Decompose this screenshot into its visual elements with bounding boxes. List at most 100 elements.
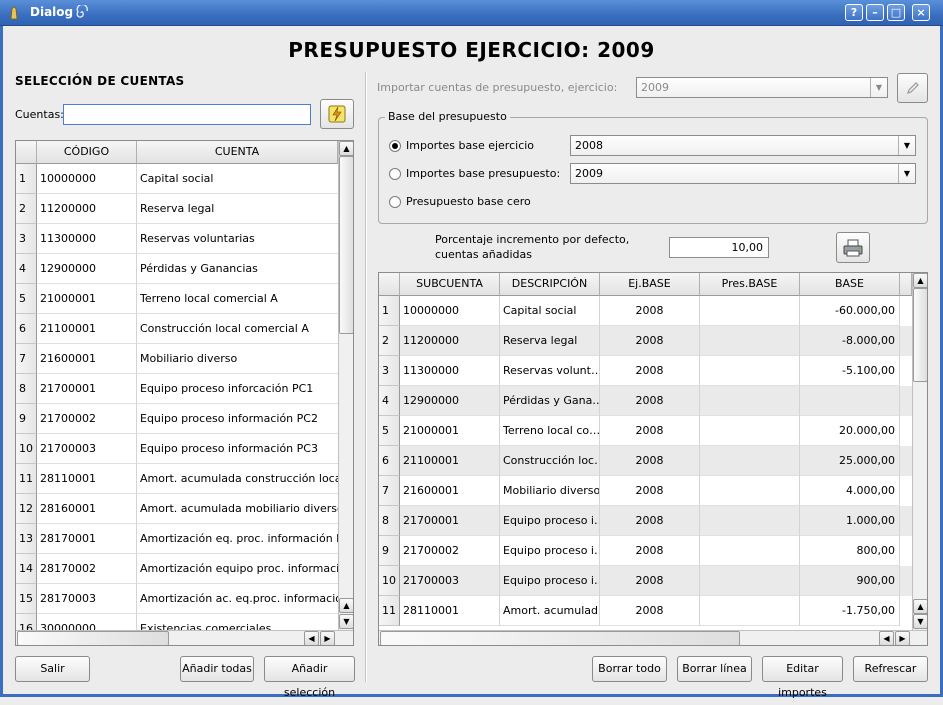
cell-descripcion[interactable]: Mobiliario diverso: [500, 476, 600, 506]
help-button[interactable]: ?: [845, 4, 863, 21]
cell-cuenta[interactable]: Equipo proceso información PC2: [137, 404, 338, 434]
radio-presupuesto-base-cero[interactable]: [389, 196, 401, 208]
table-row[interactable]: 4 12900000 Pérdidas y Ganancias: [16, 254, 338, 284]
cell-pres-base[interactable]: [700, 446, 800, 476]
cell-base[interactable]: -5.100,00: [800, 356, 900, 386]
cell-cuenta[interactable]: Reservas voluntarias: [137, 224, 338, 254]
cell-base[interactable]: 800,00: [800, 536, 900, 566]
cell-cuenta[interactable]: Equipo proceso información PC3: [137, 434, 338, 464]
ejercicio-select[interactable]: 2008 ▼: [570, 135, 916, 156]
minimize-button[interactable]: –: [866, 4, 884, 21]
vertical-scrollbar[interactable]: ▲ ▲ ▼: [912, 273, 927, 630]
cell-subcuenta[interactable]: 21000001: [400, 416, 500, 446]
cell-cuenta[interactable]: Reserva legal: [137, 194, 338, 224]
cell-subcuenta[interactable]: 21700003: [400, 566, 500, 596]
cell-ej-base[interactable]: 2008: [600, 326, 700, 356]
cell-codigo[interactable]: 21100001: [37, 314, 137, 344]
horizontal-scrollbar[interactable]: ◀ ▶: [379, 630, 927, 645]
cell-cuenta[interactable]: Amortización ac. eq.proc. información PC: [137, 584, 338, 614]
cell-pres-base[interactable]: [700, 596, 800, 626]
row-number[interactable]: 2: [16, 194, 37, 224]
cell-cuenta[interactable]: Capital social: [137, 164, 338, 194]
cell-codigo[interactable]: 10000000: [37, 164, 137, 194]
table-row[interactable]: 16 30000000 Existencias comerciales: [16, 614, 338, 630]
cell-pres-base[interactable]: [700, 296, 800, 326]
cell-cuenta[interactable]: Equipo proceso inforcación PC1: [137, 374, 338, 404]
cell-cuenta[interactable]: Mobiliario diverso: [137, 344, 338, 374]
cell-pres-base[interactable]: [700, 536, 800, 566]
table-row[interactable]: 2 11200000 Reserva legal: [16, 194, 338, 224]
column-header-ej-base[interactable]: Ej.BASE: [600, 273, 700, 296]
cell-base[interactable]: 4.000,00: [800, 476, 900, 506]
cell-codigo[interactable]: 28170002: [37, 554, 137, 584]
cell-base[interactable]: 20.000,00: [800, 416, 900, 446]
cell-base[interactable]: 900,00: [800, 566, 900, 596]
cell-codigo[interactable]: 28160001: [37, 494, 137, 524]
table-row[interactable]: 12 28160001 Amort. acumulada mobiliario di…: [16, 494, 338, 524]
cell-subcuenta[interactable]: 11300000: [400, 356, 500, 386]
row-number[interactable]: 10: [379, 566, 400, 596]
cell-base[interactable]: 25.000,00: [800, 446, 900, 476]
scroll-up-button-bottom[interactable]: ▲: [339, 598, 353, 613]
cell-subcuenta[interactable]: 11200000: [400, 326, 500, 356]
table-row[interactable]: 6 21100001 Construcción local comercial A: [16, 314, 338, 344]
column-header-pres-base[interactable]: Pres.BASE: [700, 273, 800, 296]
cell-cuenta[interactable]: Pérdidas y Ganancias: [137, 254, 338, 284]
borrar-linea-button[interactable]: Borrar línea: [677, 656, 752, 682]
table-row[interactable]: 9 21700002 Equipo proceso i… 2008 800,00: [379, 536, 912, 566]
row-number[interactable]: 2: [379, 326, 400, 356]
scroll-right-button[interactable]: ▶: [895, 631, 910, 645]
row-number[interactable]: 16: [16, 614, 37, 630]
cell-codigo[interactable]: 11300000: [37, 224, 137, 254]
row-number[interactable]: 5: [16, 284, 37, 314]
borrar-todo-button[interactable]: Borrar todo: [592, 656, 667, 682]
presupuesto-table[interactable]: SUBCUENTA DESCRIPCIÓN Ej.BASE Pres.BASE …: [378, 272, 928, 646]
cell-subcuenta[interactable]: 21700001: [400, 506, 500, 536]
row-number[interactable]: 3: [379, 356, 400, 386]
cell-codigo[interactable]: 21000001: [37, 284, 137, 314]
cell-codigo[interactable]: 21700003: [37, 434, 137, 464]
radio-importes-base-presupuesto[interactable]: [389, 168, 401, 180]
radio3-label[interactable]: Presupuesto base cero: [406, 195, 531, 208]
cell-descripcion[interactable]: Capital social: [500, 296, 600, 326]
cell-codigo[interactable]: 28170003: [37, 584, 137, 614]
cell-codigo[interactable]: 21700001: [37, 374, 137, 404]
cell-ej-base[interactable]: 2008: [600, 596, 700, 626]
cell-cuenta[interactable]: Existencias comerciales: [137, 614, 338, 630]
editar-importes-button[interactable]: Editar importes: [762, 656, 843, 699]
table-row[interactable]: 8 21700001 Equipo proceso i… 2008 1.000,00: [379, 506, 912, 536]
cell-pres-base[interactable]: [700, 506, 800, 536]
hscroll-thumb[interactable]: [17, 631, 169, 645]
table-row[interactable]: 3 11300000 Reservas voluntarias: [16, 224, 338, 254]
cell-ej-base[interactable]: 2008: [600, 536, 700, 566]
table-row[interactable]: 11 28110001 Amort. acumulada construcción …: [16, 464, 338, 494]
cell-pres-base[interactable]: [700, 566, 800, 596]
cell-descripcion[interactable]: Amort. acumulad…: [500, 596, 600, 626]
scroll-right-button[interactable]: ▶: [320, 631, 335, 645]
table-row[interactable]: 1 10000000 Capital social: [16, 164, 338, 194]
print-button[interactable]: [836, 232, 870, 263]
cell-subcuenta[interactable]: 21700002: [400, 536, 500, 566]
cell-ej-base[interactable]: 2008: [600, 566, 700, 596]
cell-ej-base[interactable]: 2008: [600, 416, 700, 446]
title-bar[interactable]: Dialog ? – □ ×: [0, 0, 943, 26]
cell-pres-base[interactable]: [700, 476, 800, 506]
cell-descripcion[interactable]: Equipo proceso i…: [500, 566, 600, 596]
cell-subcuenta[interactable]: 10000000: [400, 296, 500, 326]
cell-cuenta[interactable]: Terreno local comercial A: [137, 284, 338, 314]
cell-cuenta[interactable]: Amort. acumulada construcción local A: [137, 464, 338, 494]
cell-base[interactable]: [800, 386, 900, 416]
row-number[interactable]: 4: [16, 254, 37, 284]
row-number[interactable]: 7: [379, 476, 400, 506]
table-row[interactable]: 9 21700002 Equipo proceso información PC2: [16, 404, 338, 434]
radio-importes-base-ejercicio[interactable]: [389, 140, 401, 152]
row-number[interactable]: 6: [16, 314, 37, 344]
cell-ej-base[interactable]: 2008: [600, 506, 700, 536]
cell-pres-base[interactable]: [700, 326, 800, 356]
table-row[interactable]: 14 28170002 Amortización equipo proc. info…: [16, 554, 338, 584]
table-row[interactable]: 8 21700001 Equipo proceso inforcación PC1: [16, 374, 338, 404]
table-row[interactable]: 4 12900000 Pérdidas y Gana… 2008: [379, 386, 912, 416]
cell-subcuenta[interactable]: 21100001: [400, 446, 500, 476]
column-header-cuenta[interactable]: CUENTA: [137, 141, 338, 164]
table-row[interactable]: 1 10000000 Capital social 2008 -60.000,00: [379, 296, 912, 326]
